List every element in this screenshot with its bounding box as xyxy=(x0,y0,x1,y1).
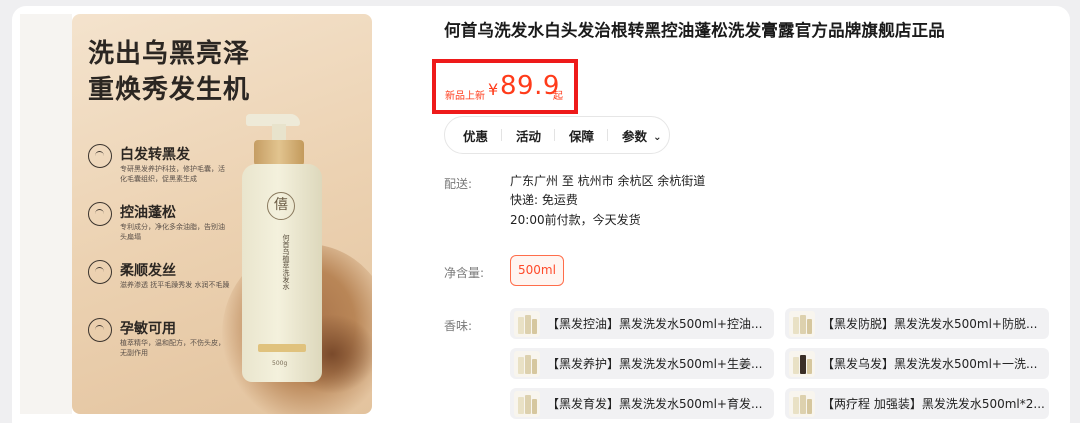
product-main-image[interactable]: 洗出乌黑亮泽 重焕秀发生机 白发转黑发 专研黑发养护科技，修护毛囊，活化毛囊组织… xyxy=(72,14,372,414)
feature-desc: 专利成分，净化多余油脂，告别油头扁塌 xyxy=(120,223,225,241)
option-thumbnail xyxy=(514,390,540,417)
smooth-hair-icon xyxy=(88,260,112,284)
option-thumbnail xyxy=(789,390,815,417)
headline-line-2: 重焕秀发生机 xyxy=(88,75,251,105)
price-amount: 89.9 xyxy=(500,71,560,101)
scent-option[interactable]: 【两疗程 加强装】黑发洗发水500ml*2... xyxy=(785,388,1049,419)
tab-activity[interactable]: 活动 xyxy=(516,126,569,145)
scent-option-label: 【黑发防脱】黑发洗发水500ml+防脱... xyxy=(822,317,1038,331)
scent-option[interactable]: 【黑发控油】黑发洗发水500ml+控油... xyxy=(510,308,774,339)
delivery-label: 配送: xyxy=(444,177,473,191)
pregnancy-safe-icon xyxy=(88,318,112,342)
feature-title: 白发转黑发 xyxy=(120,147,190,163)
gallery-backdrop xyxy=(20,14,72,414)
feature-desc: 植萃精华，温和配方，不伤头皮，无副作用 xyxy=(120,339,225,357)
shipping-fee: 快递: 免运费 xyxy=(510,193,578,207)
option-thumbnail xyxy=(789,310,815,337)
price-block: 新品上新 ¥ 89.9 起 xyxy=(432,59,578,114)
price-prefix: 新品上新 xyxy=(445,91,485,102)
option-thumbnail xyxy=(789,350,815,377)
scent-label: 香味: xyxy=(444,319,473,333)
scent-option[interactable]: 【黑发乌发】黑发洗发水500ml+一洗... xyxy=(785,348,1049,379)
price-suffix: 起 xyxy=(553,91,563,102)
feature-title: 控油蓬松 xyxy=(120,205,176,221)
option-thumbnail xyxy=(514,350,540,377)
volume-option-selected[interactable]: 500ml xyxy=(510,255,564,286)
currency-symbol: ¥ xyxy=(488,80,499,99)
delivery-route[interactable]: 广东广州 至 杭州市 余杭区 余杭街道 xyxy=(510,172,705,191)
oil-control-icon xyxy=(88,202,112,226)
scent-option[interactable]: 【黑发养护】黑发洗发水500ml+生姜... xyxy=(510,348,774,379)
bottle-volume: 500g xyxy=(272,360,288,367)
scent-option-label: 【两疗程 加强装】黑发洗发水500ml*2... xyxy=(822,397,1045,411)
tab-params-label: 参数 xyxy=(622,128,648,144)
product-title: 何首乌洗发水白头发治根转黑控油蓬松洗发膏露官方品牌旗舰店正品 xyxy=(444,21,945,40)
info-tabs: 优惠 活动 保障 参数 ⌄ xyxy=(444,116,670,154)
chevron-down-icon: ⌄ xyxy=(653,131,662,143)
feature-title: 柔顺发丝 xyxy=(120,263,176,279)
headline-line-1: 洗出乌黑亮泽 xyxy=(88,39,251,69)
feature-title: 孕敏可用 xyxy=(120,321,176,337)
scent-option[interactable]: 【黑发育发】黑发洗发水500ml+育发... xyxy=(510,388,774,419)
hair-follicle-icon xyxy=(88,144,112,168)
scent-option[interactable]: 【黑发防脱】黑发洗发水500ml+防脱... xyxy=(785,308,1049,339)
option-thumbnail xyxy=(514,310,540,337)
shipping-promise: 20:00前付款，今天发货 xyxy=(510,213,641,227)
tab-discount[interactable]: 优惠 xyxy=(463,126,516,145)
tab-params[interactable]: 参数 ⌄ xyxy=(622,126,661,145)
tab-guarantee[interactable]: 保障 xyxy=(569,126,622,145)
shampoo-bottle-illustration: 僖 何首乌植萃洗发水 500g xyxy=(242,114,322,384)
feature-desc: 滋养渗透 抚平毛躁秀发 水润不毛躁 xyxy=(120,281,230,289)
volume-label: 净含量: xyxy=(444,266,485,280)
scent-option-label: 【黑发育发】黑发洗发水500ml+育发... xyxy=(547,397,763,411)
bottle-label-text: 何首乌植萃洗发水 xyxy=(282,234,290,290)
feature-desc: 专研黑发养护科技，修护毛囊，活化毛囊组织，促黑素生成 xyxy=(120,165,225,183)
scent-option-label: 【黑发乌发】黑发洗发水500ml+一洗... xyxy=(822,357,1038,371)
image-headline: 洗出乌黑亮泽 重焕秀发生机 xyxy=(88,36,250,108)
brand-logo: 僖 xyxy=(267,192,295,220)
scent-option-label: 【黑发养护】黑发洗发水500ml+生姜... xyxy=(547,357,763,371)
scent-option-label: 【黑发控油】黑发洗发水500ml+控油... xyxy=(547,317,763,331)
